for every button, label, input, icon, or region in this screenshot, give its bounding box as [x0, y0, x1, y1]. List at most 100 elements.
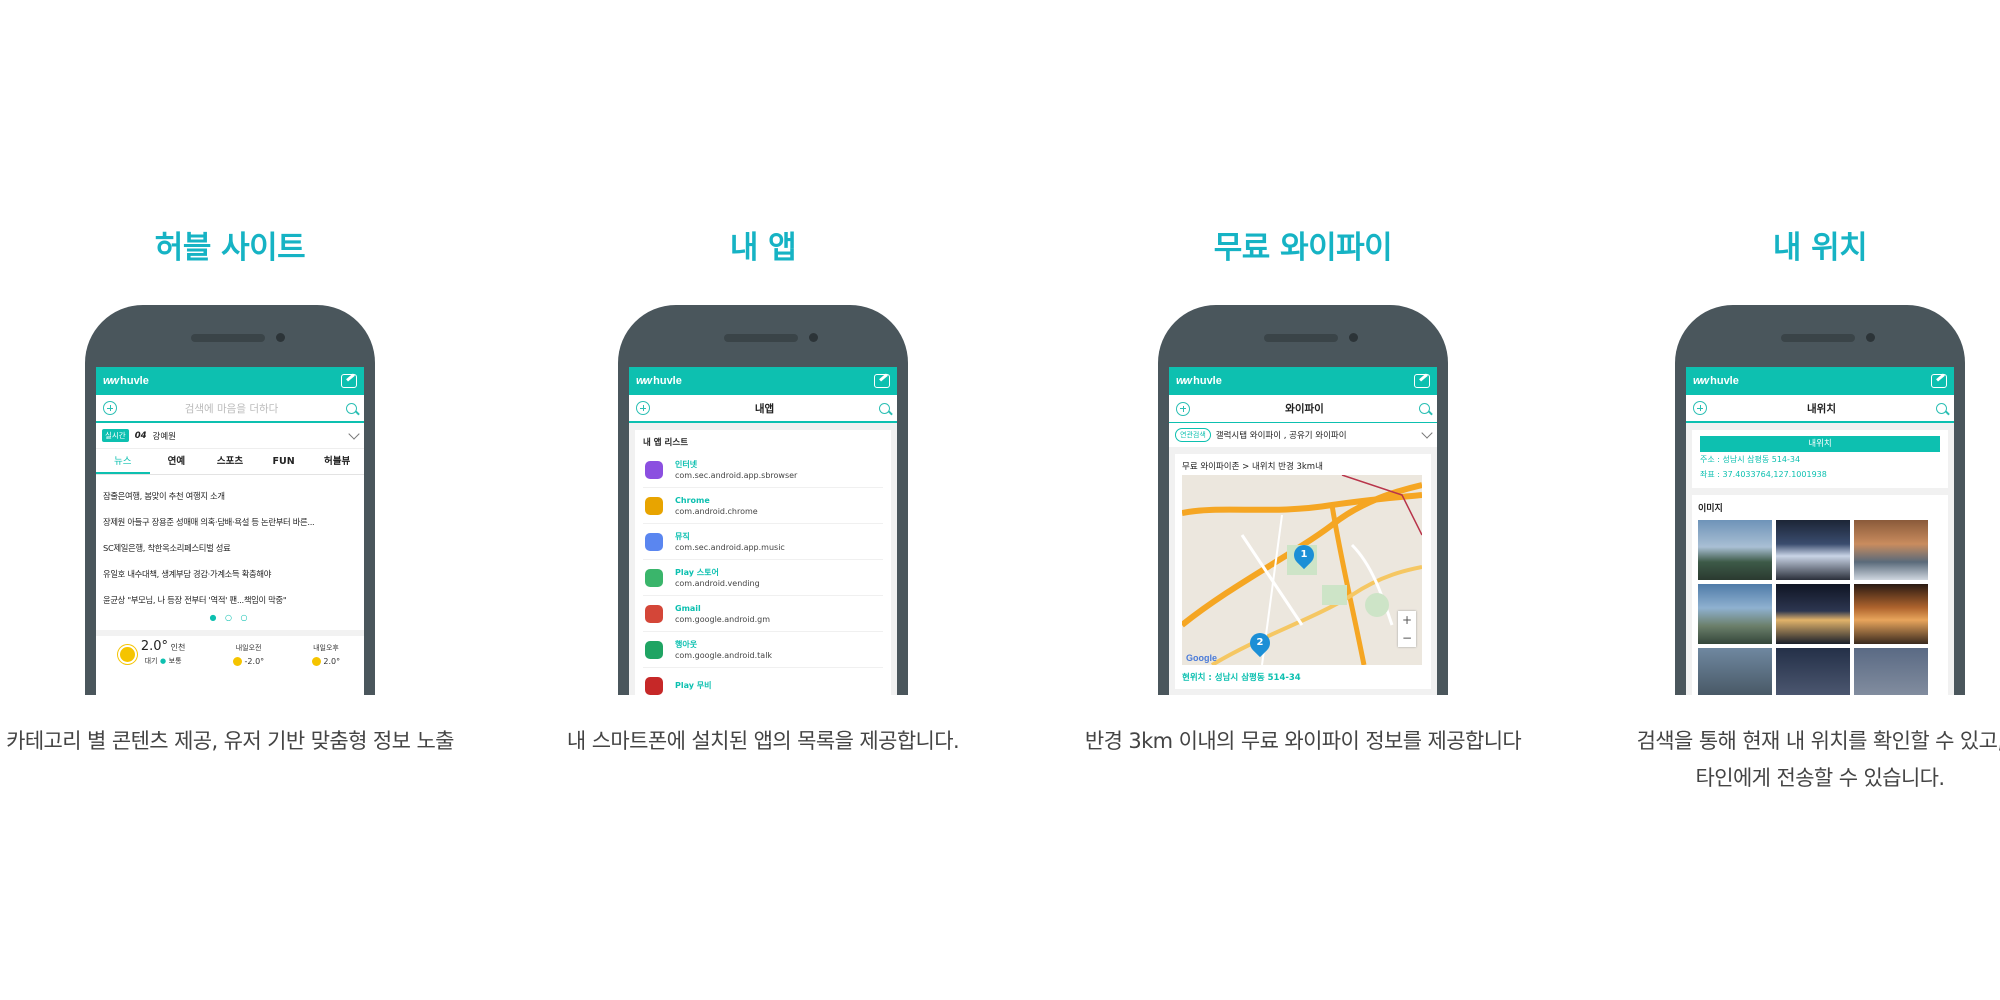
thumbnail-image[interactable] — [1776, 648, 1850, 695]
chevron-down-icon[interactable] — [1421, 427, 1433, 439]
app-name: Play 스토어 — [675, 567, 719, 577]
realtime-badge: 실시간 — [102, 429, 129, 442]
app-name: Play 무비 — [675, 681, 712, 690]
edit-icon[interactable] — [1414, 374, 1430, 388]
tab-news[interactable]: 뉴스 — [96, 449, 150, 474]
feature-description: 반경 3km 이내의 무료 와이파이 정보를 제공합니다 — [1084, 729, 1522, 753]
search-icon[interactable] — [1935, 402, 1947, 414]
edit-icon[interactable] — [874, 374, 890, 388]
list-item[interactable]: Gmail com.google.android.gm — [643, 596, 883, 632]
tab-entertainment[interactable]: 연예 — [150, 449, 204, 474]
map-zoom-control[interactable]: + − — [1398, 611, 1416, 647]
gmail-icon — [645, 604, 663, 623]
feature-free-wifi: 무료 와이파이 ww huvle 와이파이 연관검색 갤럭시탭 와이파이 , 공유… — [1085, 0, 1522, 1000]
realtime-keyword: 강예원 — [152, 431, 177, 442]
list-item[interactable]: Play 스토어 com.android.vending — [643, 560, 883, 596]
image-grid — [1698, 520, 1942, 695]
app-name: Gmail — [675, 603, 701, 613]
content-area: 무료 와이파이존 > 내위치 반경 3km내 1 2 + − Google 현위… — [1169, 447, 1437, 695]
list-item[interactable]: 윤균상 "부모님, 나 등장 전부터 '역적' 팬...책임이 막중" — [103, 587, 357, 613]
search-input[interactable]: 검색에 마음을 더하다 — [185, 401, 279, 416]
huvle-logo: ww huvle — [1693, 375, 1739, 387]
list-item[interactable]: 잠줄은여행, 봄맞이 추천 여행지 소개 — [103, 483, 357, 509]
thumbnail-image[interactable] — [1698, 584, 1772, 644]
thumbnail-image[interactable] — [1854, 520, 1928, 580]
news-list: 잠줄은여행, 봄맞이 추천 여행지 소개 장제원 아들구 장용준 성매매 의혹·… — [96, 475, 364, 613]
plus-icon[interactable] — [636, 401, 650, 415]
app-bar: ww huvle — [96, 367, 364, 395]
edit-icon[interactable] — [1931, 374, 1947, 388]
search-icon[interactable] — [878, 402, 890, 414]
feature-description: 검색을 통해 현재 내 위치를 확인할 수 있고, 타인에게 전송할 수 있습니… — [1590, 723, 2000, 797]
feature-my-apps: 내 앱 ww huvle 내앱 내 앱 리스트 인터넷 com.sec.androi… — [567, 0, 960, 1000]
phone-camera — [809, 333, 818, 342]
internet-icon — [645, 460, 663, 479]
description-line-2: 타인에게 전송할 수 있습니다. — [1695, 766, 1946, 790]
tab-fun[interactable]: FUN — [257, 449, 311, 474]
plus-icon[interactable] — [103, 401, 117, 415]
list-item[interactable]: Play 무비 — [643, 668, 883, 695]
phone-screen: ww huvle 검색에 마음을 더하다 실시간 04 강예원 뉴스 연예 스포츠… — [96, 367, 364, 695]
current-temp: 2.0° — [140, 639, 169, 654]
list-item[interactable]: 행아웃 com.google.android.talk — [643, 632, 883, 668]
tab-sports[interactable]: 스포츠 — [203, 449, 257, 474]
phone-screen: ww huvle 와이파이 연관검색 갤럭시탭 와이파이 , 공유기 와이파이 무… — [1169, 367, 1437, 695]
address-text: 주소 : 성남시 삼평동 514-34 — [1700, 455, 1801, 464]
list-item[interactable]: SC제일은행, 착한옥소리페스티벌 성료 — [103, 535, 357, 561]
search-bar: 검색에 마음을 더하다 — [96, 395, 364, 423]
music-icon — [645, 532, 663, 551]
edit-icon[interactable] — [341, 374, 357, 388]
app-bar: ww huvle — [629, 367, 897, 395]
huvle-logo: ww huvle — [1176, 375, 1222, 387]
plus-icon[interactable] — [1176, 401, 1190, 416]
list-item[interactable]: Chrome com.android.chrome — [643, 488, 883, 524]
list-item[interactable]: 뮤직 com.sec.android.app.music — [643, 524, 883, 560]
thumbnail-image[interactable] — [1698, 648, 1772, 695]
tab-huvleview[interactable]: 허블뷰 — [310, 449, 364, 474]
image-title: 이미지 — [1698, 504, 1723, 514]
play-movies-icon — [645, 676, 663, 695]
list-item[interactable]: 장제원 아들구 장용준 성매매 의혹·담배·욕설 등 논란부터 바른... — [103, 509, 357, 535]
image-card: 이미지 — [1692, 495, 1948, 695]
phone-mockup: ww huvle 와이파이 연관검색 갤럭시탭 와이파이 , 공유기 와이파이 무… — [1158, 305, 1448, 695]
app-list: 인터넷 com.sec.android.app.sbrowser Chrome com… — [643, 452, 883, 695]
app-package: com.sec.android.app.sbrowser — [675, 470, 798, 480]
feature-my-location: 내 위치 ww huvle 내위치 내위치 주소 : 성남시 삼평동 514-34… — [1630, 0, 2000, 1000]
map-pin[interactable]: 2 — [1245, 628, 1275, 658]
wifi-map[interactable]: 1 2 + − Google — [1182, 475, 1422, 665]
plus-icon[interactable] — [1693, 401, 1707, 415]
forecast-am-label: 내일오전 — [235, 643, 262, 652]
thumbnail-image[interactable] — [1776, 520, 1850, 580]
content-area: 내 앱 리스트 인터넷 com.sec.android.app.sbrowser C… — [629, 423, 897, 695]
page-indicator: ● ○ ○ — [209, 613, 251, 622]
page-title: 내앱 — [754, 402, 775, 415]
list-item[interactable]: 유일호 내수대책, 생계부담 경감·가계소득 확충해야 — [103, 561, 357, 587]
current-location: 현위치 : 성남시 삼평동 514-34 — [1182, 673, 1301, 683]
phone-camera — [276, 333, 285, 342]
huvle-logo: ww huvle — [103, 375, 149, 387]
thumbnail-image[interactable] — [1776, 584, 1850, 644]
app-list-title: 내 앱 리스트 — [643, 438, 689, 448]
thumbnail-image[interactable] — [1854, 584, 1928, 644]
chevron-down-icon[interactable] — [348, 427, 360, 440]
coords-text: 좌표 : 37.4033764,127.1001938 — [1700, 470, 1827, 479]
phone-speaker — [1264, 334, 1338, 342]
search-icon[interactable] — [346, 402, 357, 414]
thumbnail-image[interactable] — [1698, 520, 1772, 580]
forecast-am-temp: -2.0° — [244, 656, 265, 666]
search-icon[interactable] — [1418, 403, 1430, 414]
app-package: com.android.chrome — [675, 506, 758, 516]
description-line-1: 검색을 통해 현재 내 위치를 확인할 수 있고, — [1636, 729, 2000, 753]
realtime-keyword-row[interactable]: 실시간 04 강예원 — [96, 423, 364, 449]
category-tabs: 뉴스 연예 스포츠 FUN 허블뷰 — [96, 449, 364, 475]
related-search-row[interactable]: 연관검색 갤럭시탭 와이파이 , 공유기 와이파이 — [1169, 423, 1437, 447]
feature-title: 내 위치 — [1772, 230, 1868, 266]
content-area: 내위치 주소 : 성남시 삼평동 514-34 좌표 : 37.4033764,… — [1686, 423, 1954, 695]
list-item[interactable]: 인터넷 com.sec.android.app.sbrowser — [643, 452, 883, 488]
chrome-icon — [645, 496, 663, 515]
wifi-map-card: 무료 와이파이존 > 내위치 반경 3km내 1 2 + − Google 현위… — [1175, 454, 1431, 689]
feature-title: 무료 와이파이 — [1213, 230, 1393, 266]
map-pin[interactable]: 1 — [1289, 540, 1319, 570]
thumbnail-image[interactable] — [1854, 648, 1928, 695]
phone-mockup: ww huvle 내앱 내 앱 리스트 인터넷 com.sec.android.ap… — [618, 305, 908, 695]
